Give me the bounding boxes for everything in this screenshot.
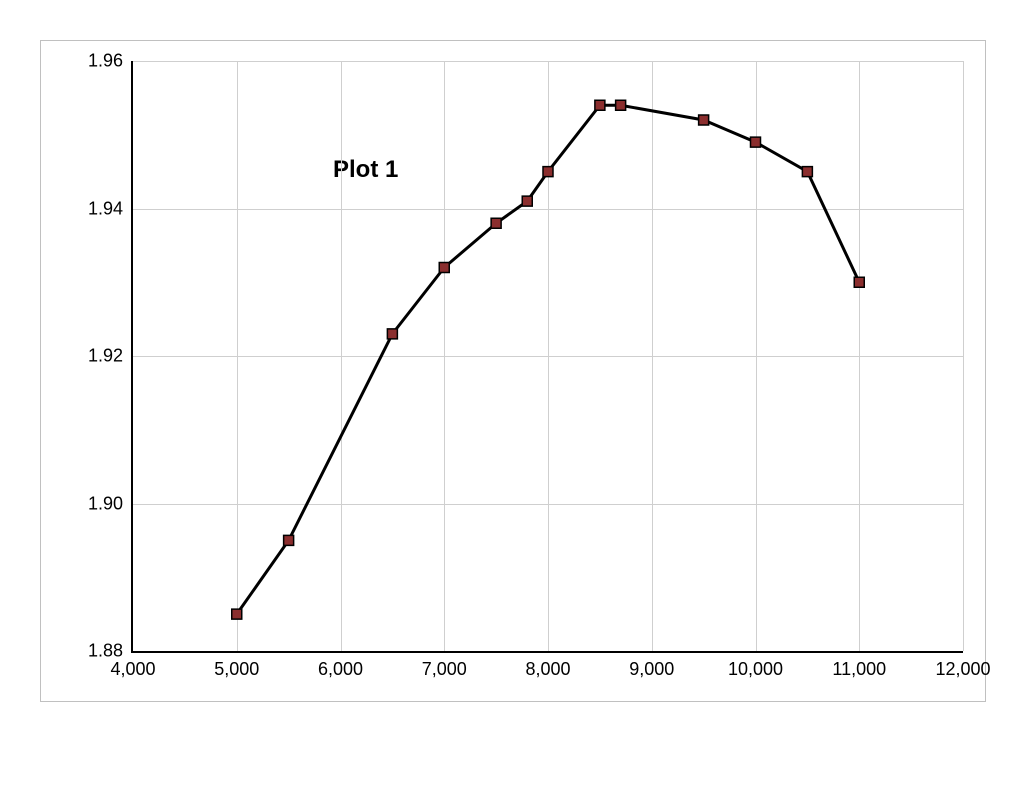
x-tick-label: 8,000: [525, 651, 570, 680]
x-tick-label: 9,000: [629, 651, 674, 680]
data-point-marker: [522, 196, 532, 206]
y-tick-label: 1.92: [88, 346, 133, 367]
data-point-marker: [232, 609, 242, 619]
data-point-marker: [616, 100, 626, 110]
x-tick-label: 11,000: [832, 651, 886, 680]
data-point-marker: [284, 535, 294, 545]
x-tick-label: 10,000: [728, 651, 783, 680]
gridline-vertical: [963, 61, 964, 651]
data-point-marker: [439, 263, 449, 273]
data-point-marker: [699, 115, 709, 125]
data-point-marker: [802, 167, 812, 177]
y-tick-label: 1.88: [88, 641, 133, 662]
y-tick-label: 1.94: [88, 198, 133, 219]
x-tick-label: 6,000: [318, 651, 363, 680]
data-point-marker: [491, 218, 501, 228]
y-tick-label: 1.90: [88, 493, 133, 514]
data-point-marker: [387, 329, 397, 339]
page: Plot 1 4,0005,0006,0007,0008,0009,00010,…: [0, 0, 1024, 791]
plot-area: Plot 1 4,0005,0006,0007,0008,0009,00010,…: [131, 61, 963, 653]
data-point-marker: [543, 167, 553, 177]
data-point-marker: [595, 100, 605, 110]
x-tick-label: 7,000: [422, 651, 467, 680]
chart-series: [133, 61, 963, 651]
y-tick-label: 1.96: [88, 51, 133, 72]
data-point-marker: [854, 277, 864, 287]
chart-frame: Plot 1 4,0005,0006,0007,0008,0009,00010,…: [40, 40, 986, 702]
x-tick-label: 12,000: [935, 651, 990, 680]
x-tick-label: 5,000: [214, 651, 259, 680]
series-line: [237, 105, 860, 614]
data-point-marker: [751, 137, 761, 147]
